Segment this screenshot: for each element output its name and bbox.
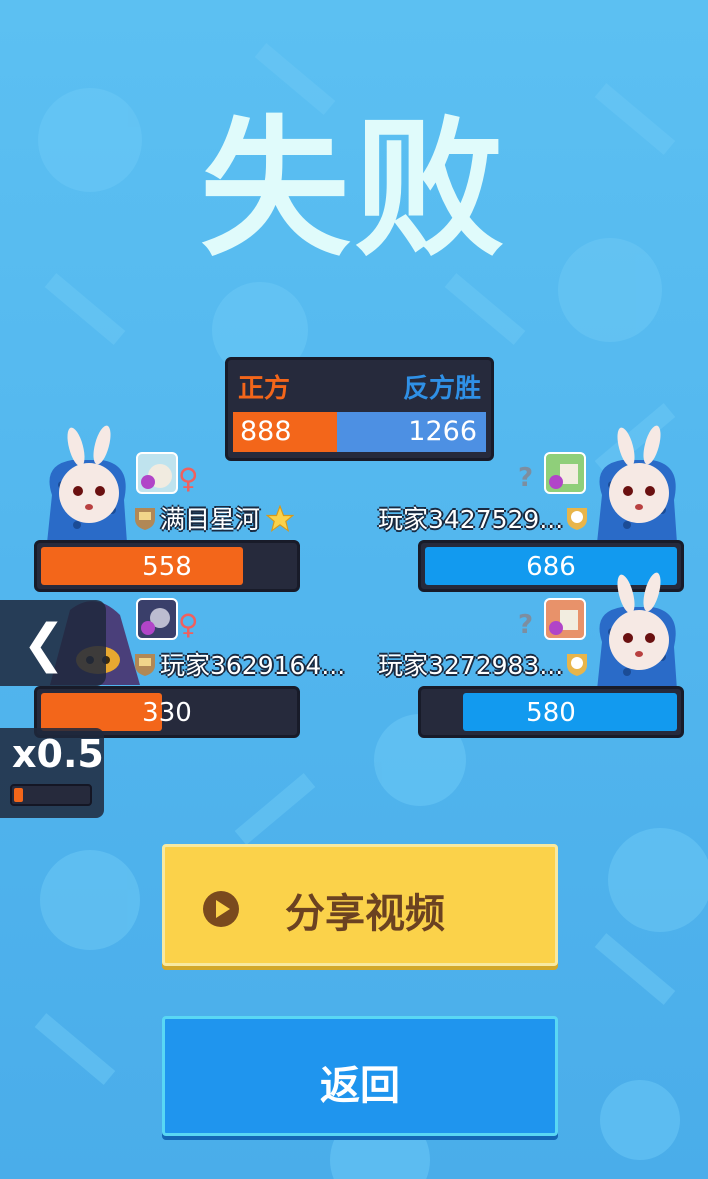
bunny-character-icon xyxy=(47,425,127,543)
share-video-button[interactable]: 分享视频 xyxy=(162,844,558,966)
female-gender-icon: ♀ xyxy=(178,462,199,495)
unknown-gender-icon: ? xyxy=(518,610,534,640)
playback-speed-control[interactable]: x0.5 xyxy=(0,728,104,818)
return-label: 返回 xyxy=(320,1063,400,1109)
return-button[interactable]: 返回 xyxy=(162,1016,558,1136)
team-scoreboard: 正方 反方胜 888 1266 xyxy=(225,357,494,461)
left-team-label: 正方 xyxy=(238,374,291,404)
player-1-name: 满目星河 xyxy=(160,505,261,534)
player-4-name: 玩家3272983... xyxy=(378,651,564,680)
player-3-name: 玩家3629164... xyxy=(160,651,346,680)
player-4-hp-value: 580 xyxy=(526,698,576,728)
player-1-avatar xyxy=(136,452,178,494)
result-title: 失败 xyxy=(199,103,508,277)
right-team-score: 1266 xyxy=(408,416,477,447)
player-1-hp-bar: 558 xyxy=(34,540,300,592)
bunny-character-icon xyxy=(597,425,677,543)
player-3-hp-value: 330 xyxy=(142,698,192,728)
player-1-hp-value: 558 xyxy=(142,552,192,582)
back-button[interactable]: ❮ xyxy=(0,600,106,686)
chevron-left-icon: ❮ xyxy=(22,614,66,674)
female-gender-icon: ♀ xyxy=(178,608,199,641)
shield-badge-icon xyxy=(135,508,155,530)
player-2-name: 玩家3427529... xyxy=(378,505,564,534)
star-icon xyxy=(266,505,294,533)
bunny-character-icon xyxy=(597,572,677,690)
share-video-label: 分享视频 xyxy=(285,891,445,937)
player-4-avatar xyxy=(544,598,586,640)
playback-speed-fill xyxy=(14,788,23,802)
playback-speed-label: x0.5 xyxy=(12,732,104,776)
shield-badge-icon xyxy=(135,654,155,676)
unknown-gender-icon: ? xyxy=(518,463,534,493)
sheep-badge-icon xyxy=(567,654,587,676)
play-circle-icon xyxy=(203,891,239,927)
player-2-avatar xyxy=(544,452,586,494)
sheep-badge-icon xyxy=(567,508,587,530)
player-3-avatar xyxy=(136,598,178,640)
player-4-hp-bar: 580 xyxy=(418,686,684,738)
playback-speed-bar xyxy=(10,784,92,806)
right-team-label: 反方胜 xyxy=(402,374,481,404)
left-team-score: 888 xyxy=(240,416,292,447)
